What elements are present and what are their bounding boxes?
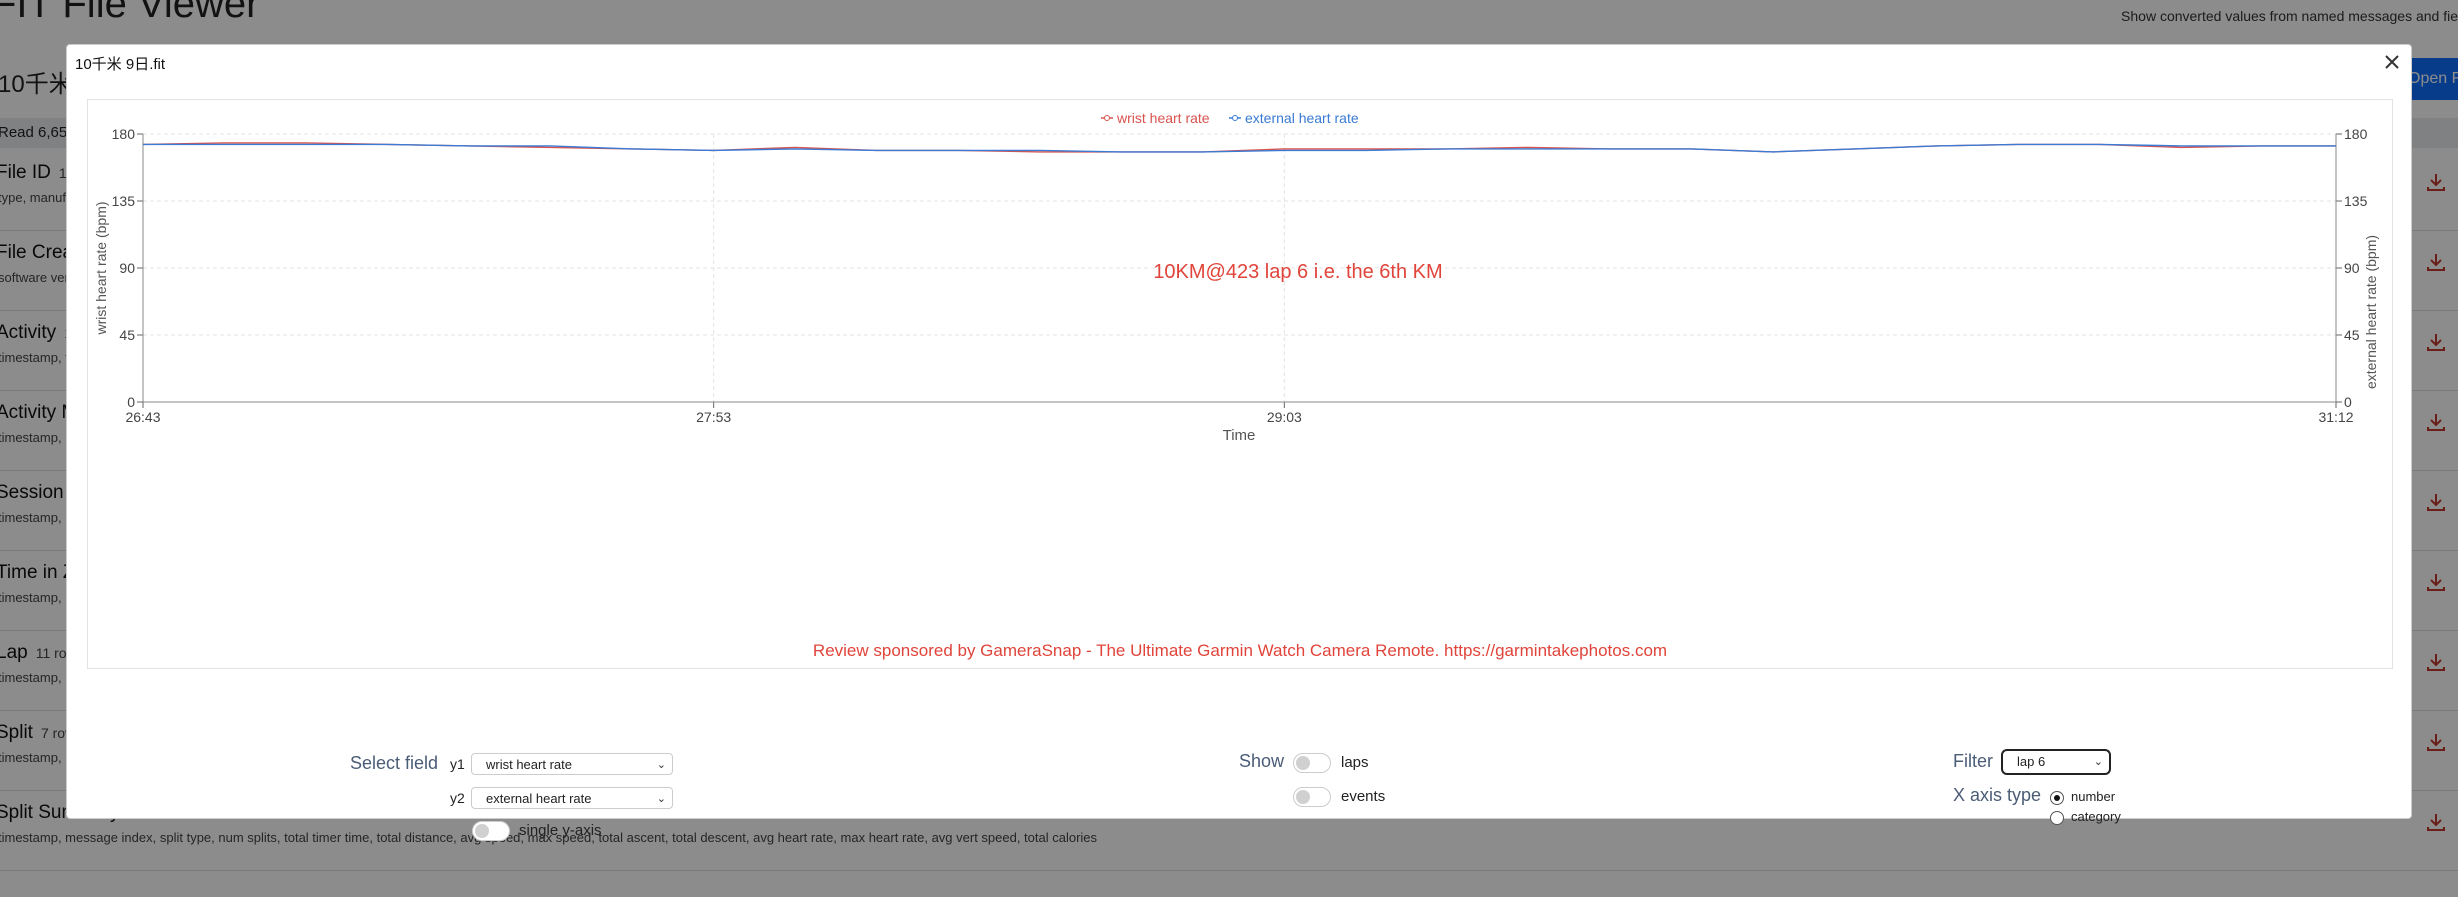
legend-marker (1232, 115, 1238, 121)
x-axis-number-label: number (2071, 789, 2116, 804)
x-axis-category-radio[interactable] (2050, 811, 2064, 825)
modal-title: 10千米 9日.fit (75, 56, 166, 73)
x-tick-label: 31:12 (2318, 409, 2353, 425)
chart-annotation: 10KM@423 lap 6 i.e. the 6th KM (1153, 261, 1442, 283)
y-axis-label-left: wrist heart rate (bpm) (93, 201, 109, 335)
sponsor-text: Review sponsored by GameraSnap - The Ult… (813, 641, 1667, 660)
chevron-down-icon: ⌄ (656, 793, 666, 805)
laps-toggle[interactable] (1293, 753, 1331, 773)
y1-label: y1 (450, 756, 465, 772)
x-axis-category-label: category (2071, 809, 2121, 824)
x-tick-label: 27:53 (696, 409, 731, 425)
y2-label: y2 (450, 790, 465, 806)
filter-select[interactable]: lap 6 ⌄ (2001, 749, 2111, 775)
legend-marker (1104, 115, 1110, 121)
x-axis-type-label: X axis type (1953, 785, 2042, 805)
single-y-axis-label: single y-axis (519, 822, 602, 839)
y-tick-label-right: 90 (2344, 260, 2360, 276)
x-axis-number-radio[interactable] (2050, 791, 2064, 805)
x-tick-label: 26:43 (125, 409, 160, 425)
chart-controls: Select field y1 wrist heart rate ⌄ y2 ex… (67, 685, 2411, 841)
y-tick-label-right: 45 (2344, 327, 2360, 343)
y-tick-label-right: 180 (2344, 126, 2368, 142)
y-tick-label-right: 135 (2344, 193, 2368, 209)
single-y-axis-toggle[interactable] (472, 821, 510, 841)
events-toggle[interactable] (1293, 787, 1331, 807)
y-tick-label-left: 135 (112, 193, 136, 209)
chart-area: 0 0 45 45 90 90 135 135 180 180 26:43 27:53 29:03 31:… (87, 99, 2393, 669)
close-icon[interactable] (2381, 51, 2403, 73)
y-tick-label-left: 90 (119, 260, 135, 276)
chevron-down-icon: ⌄ (656, 759, 666, 771)
y-tick-label-left: 45 (119, 327, 135, 343)
y1-select-value: wrist heart rate (486, 757, 572, 772)
y-tick-label-left: 0 (127, 394, 135, 410)
x-tick-label: 29:03 (1267, 409, 1302, 425)
filter-select-value: lap 6 (2017, 754, 2046, 769)
filter-label: Filter (1953, 751, 1993, 771)
y-tick-label-right: 0 (2344, 394, 2352, 410)
select-field-label: Select field (350, 753, 439, 773)
laps-label: laps (1341, 754, 1369, 771)
show-label: Show (1239, 751, 1285, 771)
heart-rate-chart: 0 0 45 45 90 90 135 135 180 180 26:43 27:53 29:03 31:… (93, 110, 2379, 660)
y2-select-value: external heart rate (486, 791, 592, 806)
y2-select[interactable]: external heart rate ⌄ (471, 787, 673, 809)
y-tick-label-left: 180 (112, 126, 136, 142)
x-axis-label: Time (1223, 427, 1256, 444)
series-line-external-heart-rate (143, 143, 2336, 153)
legend-label: wrist heart rate (1116, 110, 1210, 126)
y-axis-label-right: external heart rate (bpm) (2363, 235, 2379, 389)
chevron-down-icon: ⌄ (2093, 756, 2103, 768)
y1-select[interactable]: wrist heart rate ⌄ (471, 753, 673, 775)
legend-label: external heart rate (1245, 110, 1359, 126)
chart-modal: 10千米 9日.fit 0 0 45 45 90 90 135 135 180 180 26:43 2… (66, 44, 2412, 841)
events-label: events (1341, 788, 1386, 805)
